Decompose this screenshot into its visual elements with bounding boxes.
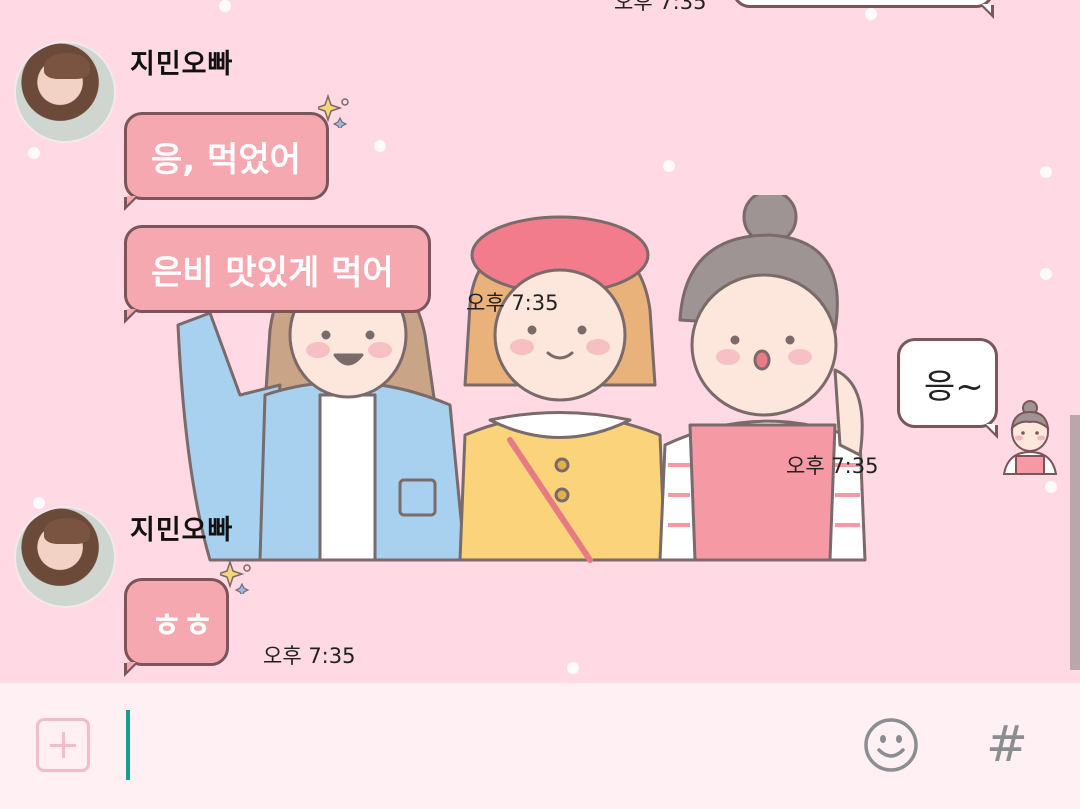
message-time: 오후 7:35 bbox=[466, 291, 559, 315]
plus-icon[interactable] bbox=[36, 718, 90, 772]
message-bubble[interactable]: 은비 맛있게 먹어 bbox=[124, 225, 431, 324]
scrollbar[interactable] bbox=[1070, 415, 1080, 670]
emoji-icon[interactable] bbox=[862, 716, 920, 774]
snow-dot bbox=[865, 8, 877, 20]
snow-dot bbox=[1045, 481, 1057, 493]
message-time: 오후 7:35 bbox=[786, 454, 879, 478]
profile-avatar[interactable] bbox=[14, 506, 116, 608]
sender-name: 지민오빠 bbox=[130, 49, 234, 80]
partial-bubble bbox=[732, 0, 994, 19]
snow-dot bbox=[374, 140, 386, 152]
message-time: 오후 7:35 bbox=[263, 644, 356, 668]
snow-dot bbox=[219, 0, 231, 12]
girl-sticker-icon bbox=[1002, 400, 1058, 475]
chat-area[interactable]: 오후 7:35 지민오빠 응, 먹었어 은비 맛있게 먹어 오후 7:35 응~… bbox=[0, 0, 1080, 683]
text-cursor bbox=[126, 710, 130, 780]
message-time: 오후 7:35 bbox=[614, 0, 707, 14]
snow-dot bbox=[28, 147, 40, 159]
hashtag-icon[interactable]: # bbox=[986, 714, 1028, 774]
message-bubble[interactable]: 응~ bbox=[897, 338, 998, 439]
snow-dot bbox=[567, 662, 579, 674]
profile-avatar[interactable] bbox=[14, 41, 116, 143]
snow-dot bbox=[663, 160, 675, 172]
message-bubble[interactable]: 응, 먹었어 bbox=[124, 112, 329, 211]
snow-dot bbox=[1040, 166, 1052, 178]
snow-dot bbox=[33, 497, 45, 509]
snow-dot bbox=[1040, 268, 1052, 280]
sender-name: 지민오빠 bbox=[130, 515, 234, 546]
message-bubble[interactable]: ㅎㅎ bbox=[124, 578, 229, 677]
message-input[interactable] bbox=[140, 705, 824, 787]
chat-screen: 오후 7:35 지민오빠 응, 먹었어 은비 맛있게 먹어 오후 7:35 응~… bbox=[0, 0, 1080, 809]
